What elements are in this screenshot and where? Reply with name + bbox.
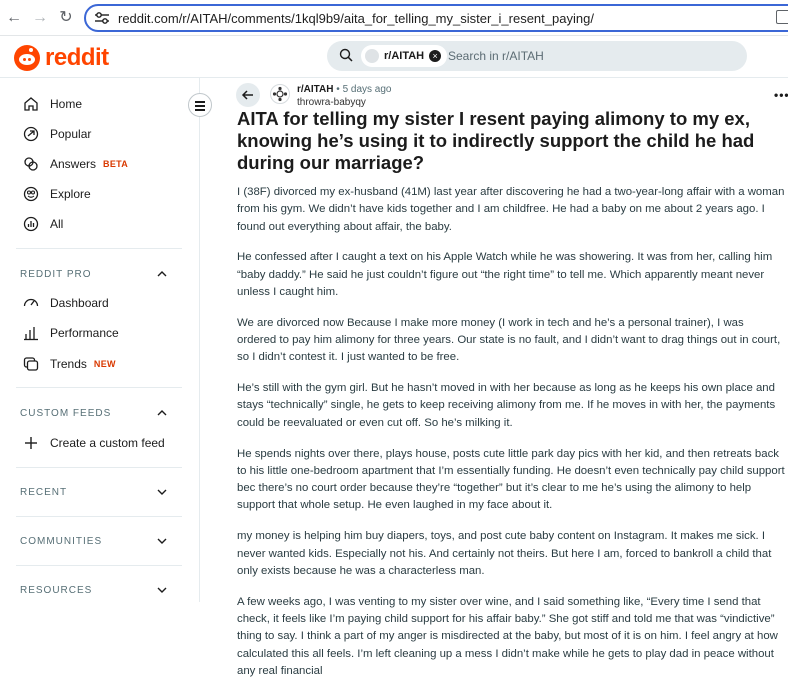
post-paragraph: I (38F) divorced my ex-husband (41M) las… (237, 186, 785, 233)
post-paragraph: my money is helping him buy diapers, toy… (237, 530, 772, 577)
chevron-down-icon[interactable] (156, 486, 168, 498)
site-info-icon[interactable] (94, 11, 110, 25)
plus-icon (25, 437, 37, 449)
chevron-up-icon[interactable] (156, 268, 168, 280)
section-heading-communities[interactable]: COMMUNITIES (20, 536, 102, 547)
search-placeholder: Search in r/AITAH (448, 49, 544, 63)
subreddit-avatar-icon[interactable] (270, 84, 290, 104)
home-icon (24, 97, 38, 111)
browser-reload-icon[interactable]: ↻ (56, 8, 76, 28)
sidebar-divider (16, 467, 182, 468)
collapse-sidebar-button[interactable] (188, 93, 212, 117)
more-options-icon[interactable]: ••• (774, 88, 788, 102)
section-heading-recent[interactable]: RECENT (20, 487, 67, 498)
close-icon[interactable]: × (429, 50, 442, 62)
address-bar[interactable]: reddit.com/r/AITAH/comments/1kql9b9/aita… (84, 4, 788, 32)
browser-toolbar: ← → ↻ reddit.com/r/AITAH/comments/1kql9b… (0, 0, 788, 36)
reddit-logo[interactable]: reddit (14, 44, 109, 72)
left-sidebar: Home Popular Answers BETA Explore All RE… (0, 78, 200, 602)
url-text: reddit.com/r/AITAH/comments/1kql9b9/aita… (118, 11, 594, 26)
explore-icon (23, 186, 39, 202)
post-paragraph: A few weeks ago, I was venting to my sis… (237, 595, 778, 677)
sidebar-divider (16, 248, 182, 249)
post-paragraph: He’s still with the gym girl. But he has… (237, 382, 776, 429)
subreddit-avatar-icon (365, 49, 379, 63)
sidebar-item-trends[interactable]: Trends NEW (22, 353, 116, 375)
cast-icon[interactable] (776, 10, 788, 24)
post-time: 5 days ago (342, 84, 392, 95)
section-heading-custom-feeds[interactable]: CUSTOM FEEDS (20, 408, 111, 419)
subreddit-filter-chip[interactable]: r/AITAH × (361, 45, 448, 67)
snoo-icon (14, 45, 40, 71)
sidebar-item-explore[interactable]: Explore (22, 183, 91, 205)
trends-icon (23, 357, 39, 371)
browser-back-icon[interactable]: ← (4, 8, 24, 28)
arrow-left-icon (241, 90, 253, 100)
logo-text: reddit (45, 44, 109, 71)
chevron-down-icon[interactable] (156, 535, 168, 547)
search-bar[interactable]: r/AITAH × Search in r/AITAH (327, 41, 747, 71)
section-heading-reddit-pro[interactable]: REDDIT PRO (20, 269, 92, 280)
section-heading-resources[interactable]: RESOURCES (20, 585, 92, 596)
sidebar-item-answers[interactable]: Answers BETA (22, 153, 128, 175)
site-header: reddit r/AITAH × Search in r/AITAH (0, 36, 788, 78)
post-paragraph: We are divorced now Because I make more … (237, 316, 781, 364)
sidebar-divider (16, 565, 182, 566)
chevron-down-icon[interactable] (156, 584, 168, 596)
beta-badge: BETA (103, 159, 129, 169)
sidebar-divider (16, 516, 182, 517)
chevron-up-icon[interactable] (156, 407, 168, 419)
dashboard-icon (23, 298, 39, 307)
sidebar-item-popular[interactable]: Popular (22, 123, 91, 145)
create-custom-feed-button[interactable]: Create a custom feed (22, 432, 165, 454)
browser-forward-icon[interactable]: → (30, 8, 50, 28)
sidebar-item-home[interactable]: Home (22, 93, 82, 115)
chip-label: r/AITAH (384, 50, 425, 62)
post-body: I (38F) divorced my ex-husband (41M) las… (237, 184, 785, 694)
post-title: AITA for telling my sister I resent payi… (237, 108, 755, 173)
answers-icon (24, 157, 38, 171)
subreddit-link[interactable]: r/AITAH (297, 84, 333, 95)
popular-icon (23, 126, 39, 142)
new-badge: NEW (93, 359, 116, 369)
meta-separator: • (336, 84, 340, 95)
search-icon (339, 48, 353, 62)
post-paragraph: He confessed after I caught a text on hi… (237, 251, 773, 298)
post-meta: r/AITAH • 5 days ago throwra-babyqy (297, 83, 392, 109)
sidebar-item-dashboard[interactable]: Dashboard (22, 292, 109, 314)
sidebar-divider (16, 387, 182, 388)
sidebar-item-performance[interactable]: Performance (22, 322, 119, 344)
sidebar-item-all[interactable]: All (22, 213, 63, 235)
post-paragraph: He spends nights over there, plays house… (237, 447, 785, 512)
all-icon (23, 216, 39, 232)
performance-icon (24, 327, 38, 341)
back-button[interactable] (236, 83, 260, 107)
